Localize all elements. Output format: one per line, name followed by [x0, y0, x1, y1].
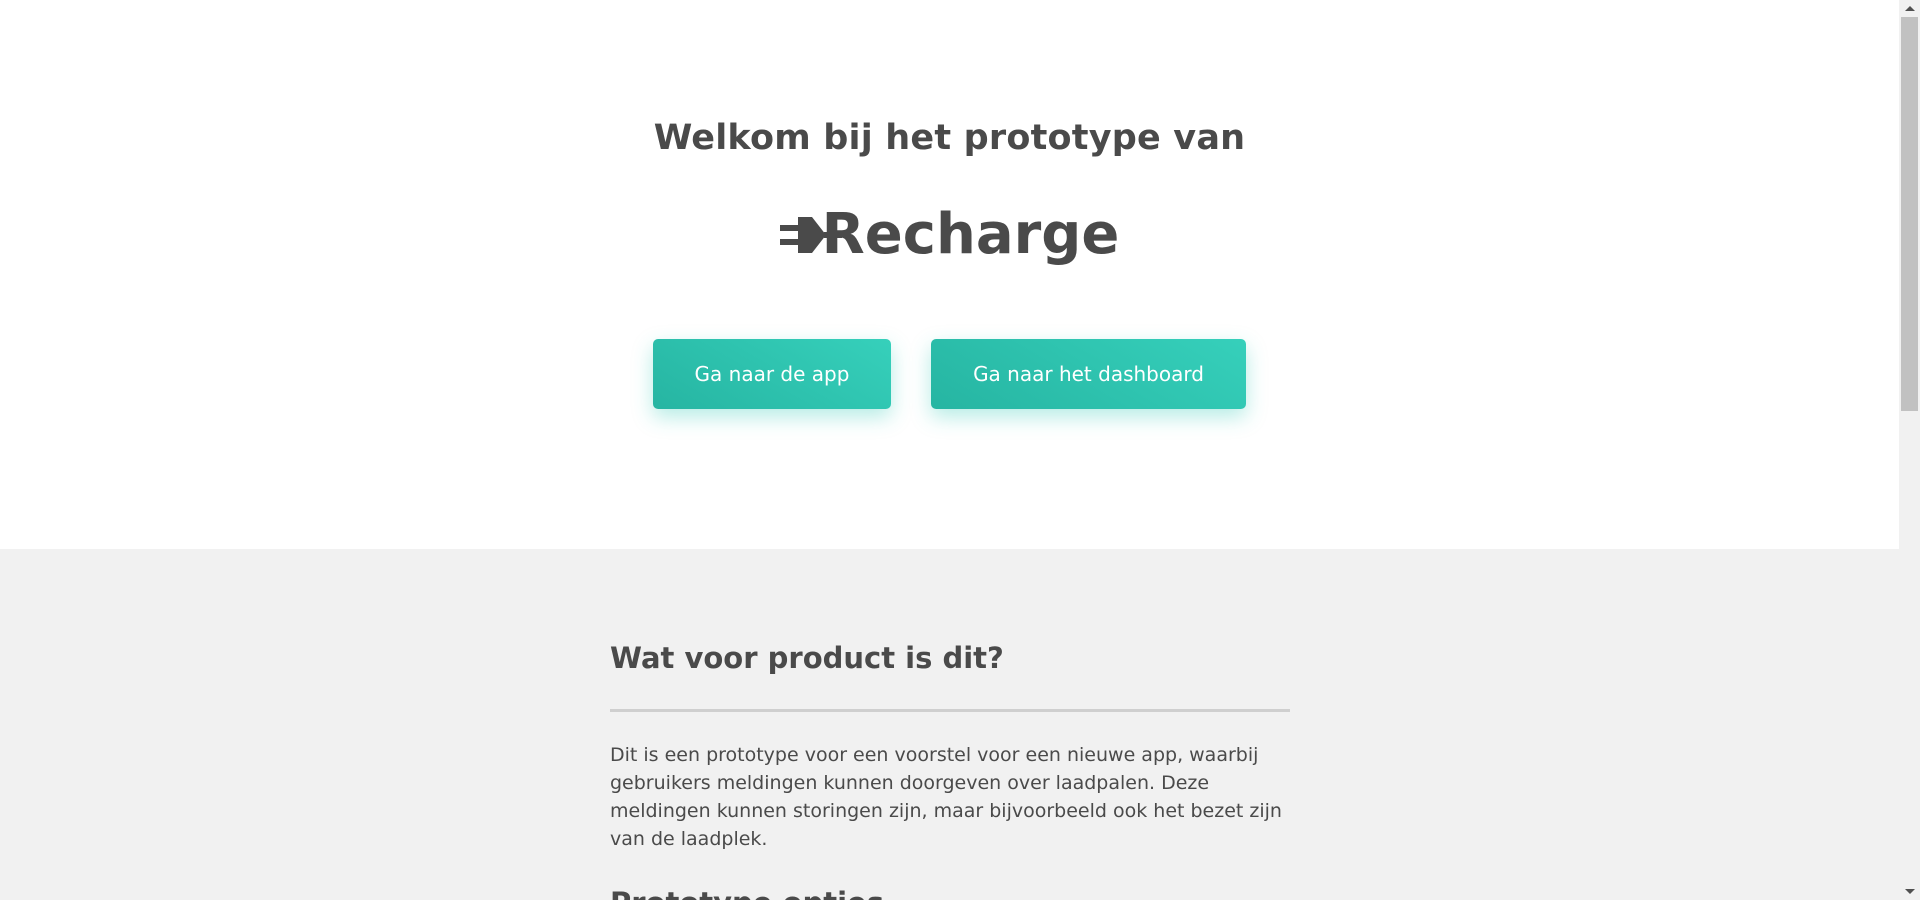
scroll-down-arrow-icon[interactable]: [1899, 883, 1920, 900]
logo[interactable]: Recharge: [0, 200, 1899, 270]
logo-inner: Recharge: [779, 200, 1120, 270]
info-divider: [610, 709, 1290, 712]
hero-buttons: Ga naar de app Ga naar het dashboard: [0, 339, 1899, 409]
logo-text: Recharge: [821, 202, 1120, 267]
info-paragraph: Dit is een prototype voor een voorstel v…: [610, 744, 1282, 850]
info-section: Wat voor product is dit? Dit is een prot…: [0, 549, 1899, 900]
hero-intro: Welkom bij het prototype van: [653, 118, 1246, 158]
scrollbar-thumb[interactable]: [1901, 17, 1918, 411]
plug-icon: [779, 217, 842, 253]
scroll-up-arrow-icon[interactable]: [1899, 0, 1920, 17]
hero-section: Welkom bij het prototype van Recharge Ga…: [0, 0, 1899, 549]
info-heading: Wat voor product is dit?: [610, 641, 1004, 675]
info-next-heading: Prototype opties: [610, 886, 884, 900]
vertical-scrollbar[interactable]: [1899, 0, 1920, 900]
go-to-dashboard-button[interactable]: Ga naar het dashboard: [931, 339, 1246, 409]
page: Welkom bij het prototype van Recharge Ga…: [0, 0, 1899, 900]
go-to-app-button[interactable]: Ga naar de app: [653, 339, 891, 409]
